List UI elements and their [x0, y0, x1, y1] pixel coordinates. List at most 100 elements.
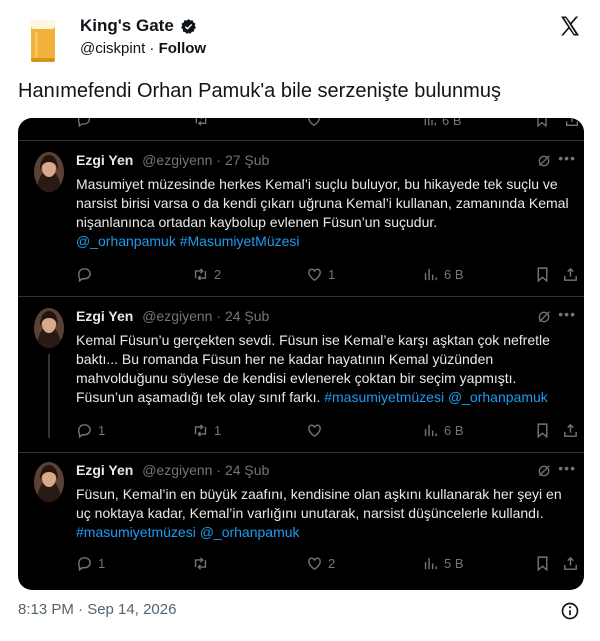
heart-icon [308, 424, 321, 438]
info-icon[interactable] [560, 601, 580, 621]
avatar[interactable] [34, 308, 64, 348]
x-logo-icon[interactable] [558, 14, 582, 38]
share-button[interactable] [562, 422, 579, 439]
separator-dot: · [149, 40, 155, 57]
user-name[interactable]: Ezgi Yen [76, 308, 133, 324]
reply-count: 1 [98, 423, 106, 438]
views-icon [424, 268, 437, 281]
retweet-icon [194, 424, 207, 437]
author-block: King's Gate @ciskpint · Follow [80, 16, 206, 57]
retweet-button[interactable] [192, 555, 214, 572]
grok-icon[interactable] [536, 309, 552, 325]
retweet-button[interactable]: 1 [192, 422, 221, 439]
views-count: 5 B [444, 556, 464, 571]
avatar[interactable] [34, 462, 64, 502]
views-counter[interactable]: 5 B [422, 555, 464, 572]
avatar[interactable] [34, 152, 64, 192]
tweet-body: Kemal Füsun’u gerçekten sevdi. Füsun ise… [76, 331, 576, 407]
retweet-button[interactable]: 2 [192, 266, 221, 283]
bookmark-icon[interactable] [534, 118, 550, 128]
more-icon[interactable]: ••• [558, 306, 576, 322]
tweet-body-text: Masumiyet müzesinde herkes Kemal’i suçlu… [76, 176, 569, 230]
tweet-actions-3: 1 2 5 B [76, 555, 579, 573]
tweet-body: Masumiyet müzesinde herkes Kemal’i suçlu… [76, 175, 576, 251]
separator-dot: · [216, 152, 222, 168]
retweet-icon [194, 268, 207, 281]
tweet-body: Füsun, Kemal’in en büyük zaafını, kendis… [76, 485, 576, 542]
reply-icon[interactable] [76, 118, 92, 128]
bookmark-icon [537, 267, 548, 283]
bookmark-button[interactable] [534, 266, 551, 283]
retweet-count: 2 [214, 267, 222, 282]
views-counter[interactable]: 6 B [422, 118, 482, 128]
views-counter[interactable]: 6 B [422, 422, 464, 439]
grok-icon[interactable] [536, 153, 552, 169]
reply-icon [78, 268, 91, 283]
tweet-date[interactable]: 27 Şub [225, 152, 269, 168]
retweet-icon[interactable] [193, 118, 209, 128]
top-action-row: 6 B [18, 118, 584, 130]
like-count: 1 [328, 267, 336, 282]
tweet-actions-1: 2 1 6 B [76, 266, 579, 284]
tweet-actions-2: 1 1 6 B [76, 422, 579, 440]
embedded-screenshot: 6 B Ezgi Yen @ezgiyenn · 27 Şub ••• Masu… [18, 118, 584, 590]
more-icon[interactable]: ••• [558, 460, 576, 476]
retweet-icon [194, 557, 207, 570]
author-name[interactable]: King's Gate [80, 16, 197, 36]
share-button[interactable] [562, 555, 579, 572]
heart-icon [308, 557, 321, 571]
tweet-text: Hanımefendi Orhan Pamuk'a bile serzenişt… [18, 80, 501, 102]
verified-badge-icon [180, 18, 196, 34]
grok-icon[interactable] [536, 463, 552, 479]
user-handle[interactable]: @ezgiyenn [142, 308, 212, 324]
bookmark-button[interactable] [534, 555, 551, 572]
views-icon [424, 424, 437, 437]
divider [18, 452, 584, 453]
tweet-date[interactable]: 24 Şub [225, 462, 269, 478]
user-name[interactable]: Ezgi Yen [76, 152, 133, 168]
tweet-meta: Ezgi Yen @ezgiyenn · 27 Şub [76, 152, 269, 168]
tweet-meta: Ezgi Yen @ezgiyenn · 24 Şub [76, 308, 269, 324]
tweet-body-text: Füsun, Kemal’in en büyük zaafını, kendis… [76, 486, 562, 521]
divider [18, 140, 584, 141]
author-handle[interactable]: @ciskpint [80, 40, 145, 57]
tweet-header: King's Gate @ciskpint · Follow [18, 14, 584, 64]
more-icon[interactable]: ••• [558, 150, 576, 166]
tweet-tags[interactable]: #masumiyetmüzesi @_orhanpamuk [76, 524, 300, 540]
tweet-tags[interactable]: @_orhanpamuk #MasumiyetMüzesi [76, 233, 300, 249]
tweet-date[interactable]: 24 Şub [225, 308, 269, 324]
views-icon [424, 557, 437, 570]
tweet-timestamp[interactable]: 8:13 PM · Sep 14, 2026 [18, 601, 176, 618]
bookmark-button[interactable] [534, 422, 551, 439]
user-handle[interactable]: @ezgiyenn [142, 152, 212, 168]
divider [18, 296, 584, 297]
share-icon [564, 556, 577, 570]
heart-icon[interactable] [306, 118, 322, 128]
retweet-count: 1 [214, 423, 222, 438]
like-count: 2 [328, 556, 336, 571]
reply-button[interactable] [76, 266, 98, 283]
share-button[interactable] [562, 266, 579, 283]
like-button[interactable]: 1 [306, 266, 335, 283]
reply-count: 1 [98, 556, 106, 571]
user-handle[interactable]: @ezgiyenn [142, 462, 212, 478]
views-counter[interactable]: 6 B [422, 266, 464, 283]
separator-dot: · [216, 308, 222, 324]
tweet-meta: Ezgi Yen @ezgiyenn · 24 Şub [76, 462, 269, 478]
reply-button[interactable]: 1 [76, 422, 105, 439]
author-sub-line: @ciskpint · Follow [80, 40, 206, 57]
user-name[interactable]: Ezgi Yen [76, 462, 133, 478]
share-icon [564, 267, 577, 281]
views-count: 6 B [444, 423, 464, 438]
beer-avatar-icon[interactable] [28, 14, 58, 64]
views-count: 6 B [444, 267, 464, 282]
reply-button[interactable]: 1 [76, 555, 105, 572]
separator-dot: · [216, 462, 222, 478]
tweet-tags[interactable]: #masumiyetmüzesi @_orhanpamuk [324, 389, 548, 405]
like-button[interactable] [306, 422, 328, 439]
like-button[interactable]: 2 [306, 555, 335, 572]
follow-button[interactable]: Follow [159, 40, 207, 57]
share-icon[interactable] [564, 118, 580, 128]
views-count: 6 B [442, 118, 462, 128]
bookmark-icon [537, 423, 548, 439]
